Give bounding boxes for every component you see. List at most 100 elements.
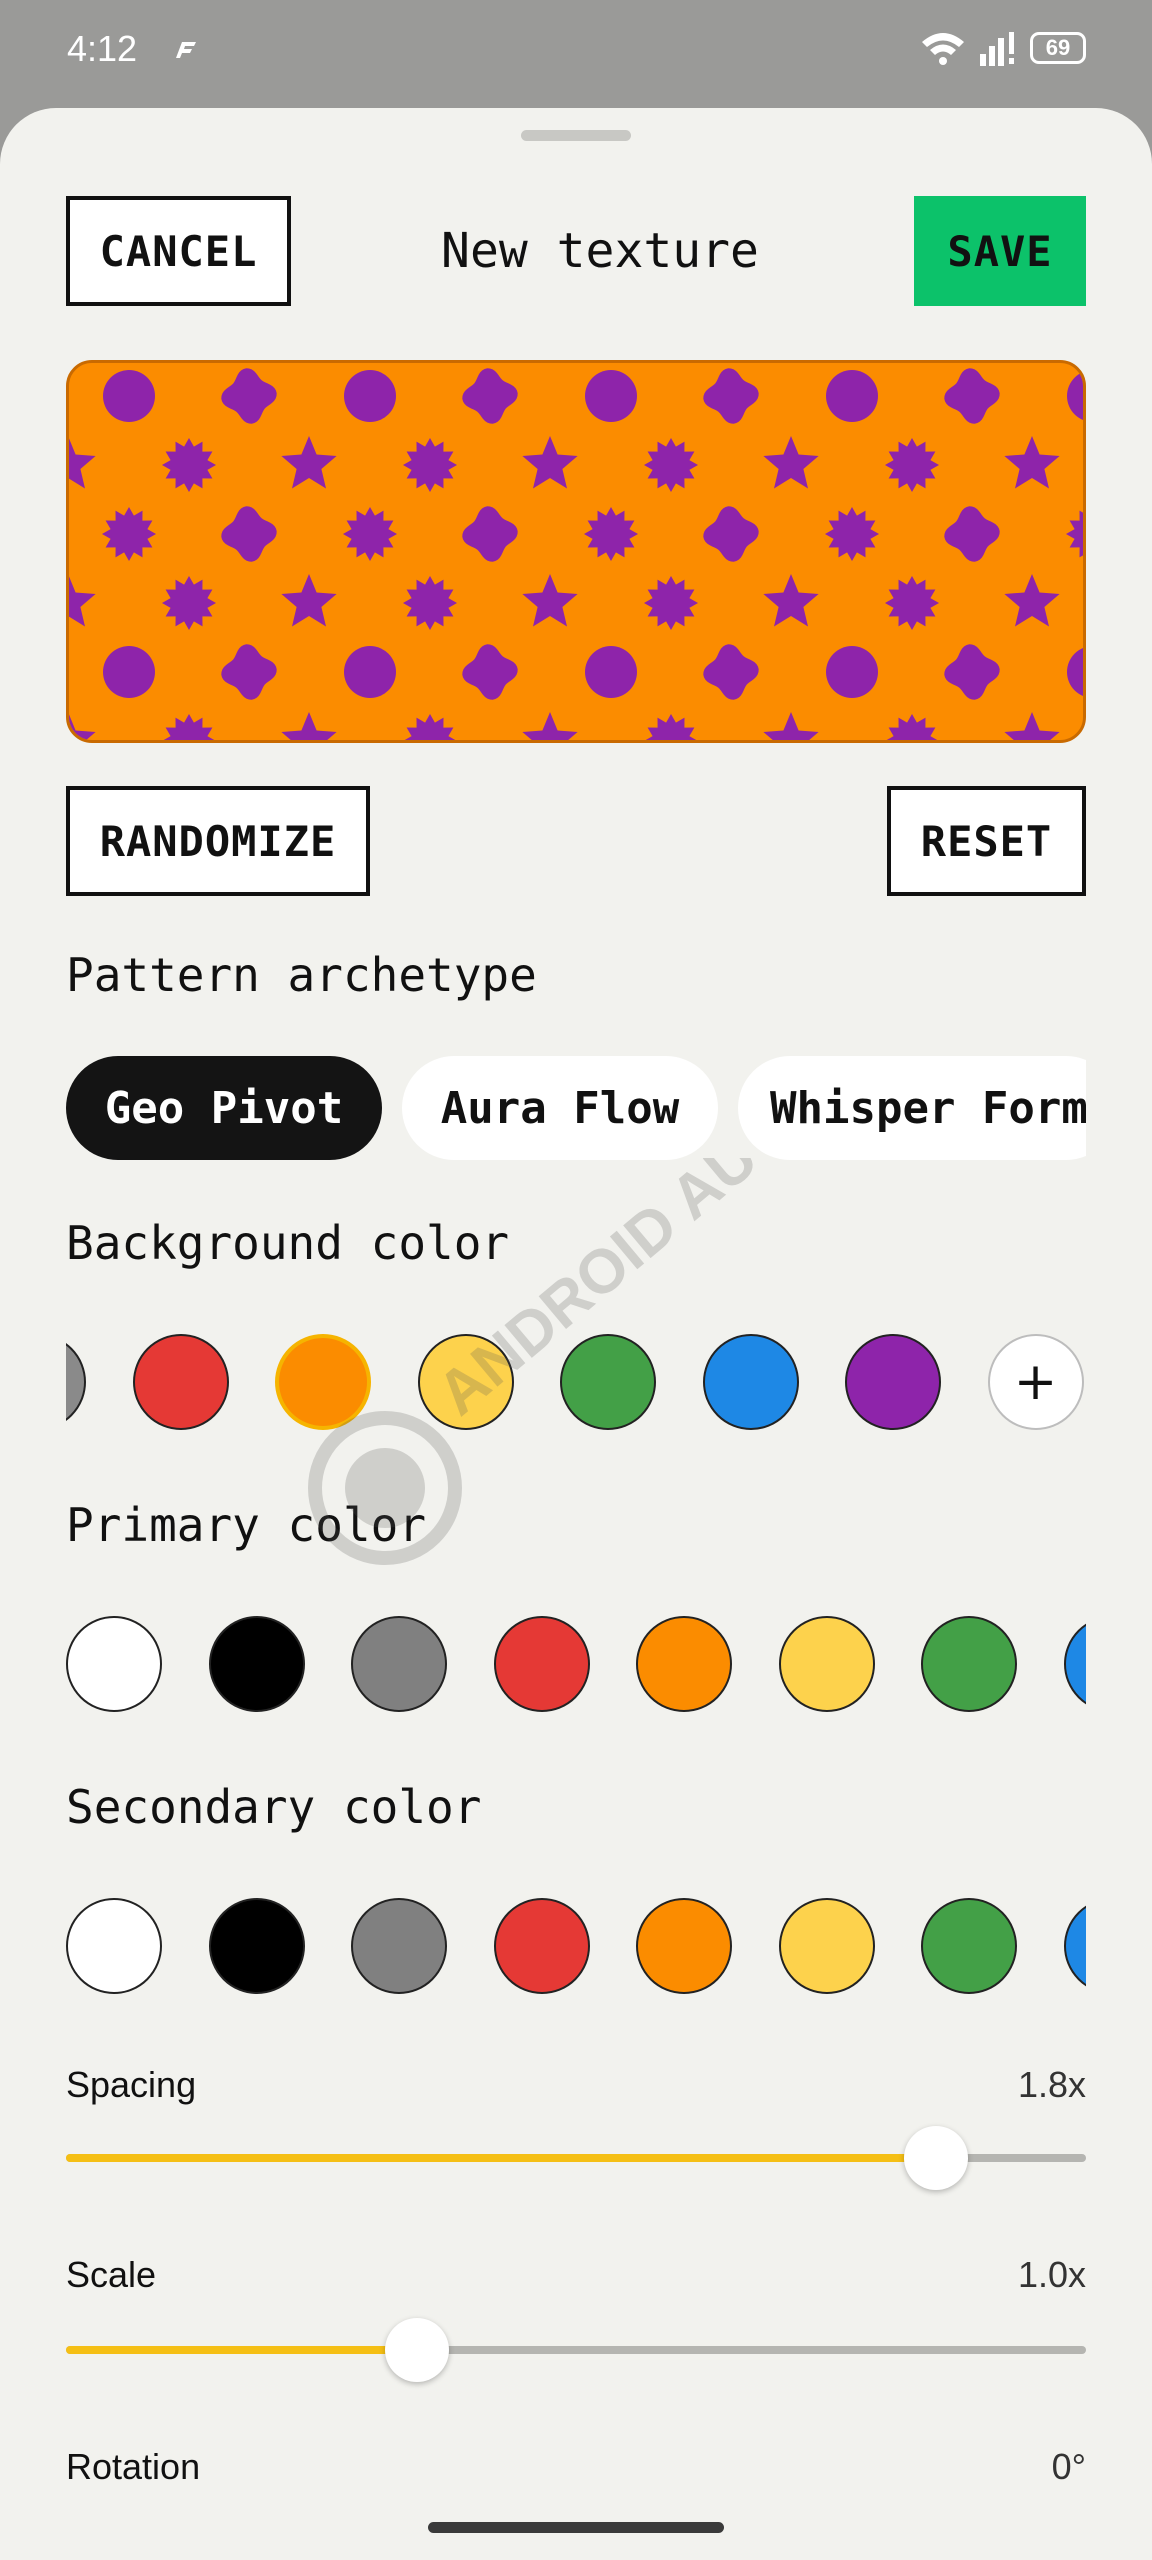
page-title: New texture	[441, 223, 759, 279]
pattern-blob	[462, 506, 518, 562]
background-color-swatch[interactable]	[132, 1334, 229, 1430]
pattern-blob	[944, 644, 1000, 700]
pattern-starburst	[885, 438, 939, 492]
background-color-swatch[interactable]	[417, 1334, 514, 1430]
pattern-archetype-chips: Geo Pivot Aura Flow Whisper Form	[66, 1056, 1086, 1160]
app-f-icon	[176, 42, 196, 58]
pattern-star	[281, 574, 337, 627]
rotation-value: 0°	[1051, 2446, 1086, 2487]
primary-color-swatch[interactable]	[351, 1616, 447, 1712]
primary-color-swatch[interactable]	[493, 1616, 590, 1712]
pattern-starburst	[343, 507, 397, 561]
scale-label: Scale	[66, 2254, 157, 2295]
scale-slider[interactable]	[66, 2318, 1086, 2382]
pattern-starburst	[163, 714, 215, 740]
spacing-label: Spacing	[66, 2064, 197, 2105]
pattern-starburst	[403, 576, 457, 630]
secondary-color-swatch[interactable]	[351, 1898, 447, 1994]
pattern-star	[1004, 712, 1060, 740]
background-color-swatch[interactable]	[66, 1334, 86, 1430]
new-texture-sheet: CANCEL New texture SAVE RANDOMIZE RESET …	[0, 108, 1152, 2560]
primary-color-swatch[interactable]	[66, 1616, 162, 1712]
texture-pattern	[69, 368, 1083, 740]
pattern-starburst	[1066, 510, 1083, 558]
cancel-button[interactable]: CANCEL	[66, 196, 291, 306]
primary-color-swatches	[66, 1612, 1086, 1716]
pattern-blob	[462, 644, 518, 700]
secondary-color-swatch[interactable]	[1063, 1898, 1086, 1994]
pattern-star	[522, 712, 578, 740]
scale-slider-fill	[66, 2346, 417, 2354]
pattern-star	[69, 714, 96, 740]
chip-whisper-form[interactable]: Whisper Form	[738, 1056, 1086, 1160]
save-button[interactable]: SAVE	[914, 196, 1086, 306]
battery-icon: 69	[1030, 32, 1086, 64]
pattern-starburst	[162, 438, 216, 492]
pattern-circle	[1067, 372, 1083, 420]
primary-color-swatch[interactable]	[1063, 1616, 1086, 1712]
pattern-circle	[826, 370, 878, 422]
background-color-swatch[interactable]	[845, 1334, 941, 1430]
pattern-archetype-label: Pattern archetype	[66, 948, 537, 1002]
pattern-star	[281, 436, 337, 489]
background-color-swatch[interactable]	[702, 1334, 799, 1430]
pattern-star	[763, 712, 819, 740]
pattern-star	[763, 574, 819, 627]
pattern-circle	[103, 646, 155, 698]
pattern-star	[281, 712, 337, 740]
spacing-value: 1.8x	[1017, 2064, 1086, 2105]
pattern-starburst	[404, 714, 456, 740]
spacing-slider-fill	[66, 2154, 937, 2162]
sheet-drag-handle[interactable]	[521, 130, 631, 141]
pattern-circle	[826, 646, 878, 698]
background-color-swatch[interactable]	[275, 1334, 371, 1430]
pattern-circle	[344, 370, 396, 422]
primary-color-swatch[interactable]	[208, 1616, 305, 1712]
status-bar: 4:12 69	[0, 0, 1152, 105]
scale-slider-thumb[interactable]	[384, 2318, 449, 2382]
primary-color-swatch[interactable]	[778, 1616, 875, 1712]
secondary-color-swatch[interactable]	[66, 1898, 162, 1994]
pattern-starburst	[162, 576, 216, 630]
pattern-blob	[944, 506, 1000, 562]
pattern-starburst	[885, 576, 939, 630]
pattern-blob	[221, 368, 277, 424]
pattern-circle	[585, 370, 637, 422]
pattern-blob	[703, 644, 759, 700]
background-color-swatch[interactable]	[560, 1334, 656, 1430]
reset-button[interactable]: RESET	[887, 786, 1086, 896]
pattern-starburst	[825, 507, 879, 561]
pattern-starburst	[645, 714, 697, 740]
primary-color-swatch[interactable]	[636, 1616, 732, 1712]
randomize-button[interactable]: RANDOMIZE	[66, 786, 370, 896]
primary-color-swatch[interactable]	[921, 1616, 1017, 1712]
pattern-blob	[703, 506, 759, 562]
secondary-color-swatches	[66, 1894, 1086, 1998]
spacing-slider-thumb[interactable]	[904, 2126, 969, 2190]
secondary-color-swatch[interactable]	[208, 1898, 305, 1994]
pattern-blob	[462, 368, 518, 424]
chip-aura-flow[interactable]: Aura Flow	[402, 1056, 718, 1160]
pattern-circle	[103, 370, 155, 422]
secondary-color-swatch[interactable]	[778, 1898, 875, 1994]
texture-preview	[66, 360, 1086, 743]
pattern-star	[522, 436, 578, 489]
home-indicator[interactable]	[428, 2522, 724, 2533]
secondary-color-swatch[interactable]	[636, 1898, 732, 1994]
background-color-label: Background color	[66, 1216, 510, 1270]
pattern-starburst	[403, 438, 457, 492]
signal-icon	[980, 32, 1014, 66]
spacing-slider[interactable]	[66, 2126, 1086, 2190]
add-color-button[interactable]: +	[987, 1334, 1084, 1430]
pattern-starburst	[886, 714, 938, 740]
secondary-color-label: Secondary color	[66, 1780, 482, 1834]
secondary-color-swatch[interactable]	[493, 1898, 590, 1994]
secondary-color-swatch[interactable]	[921, 1898, 1017, 1994]
chip-geo-pivot[interactable]: Geo Pivot	[66, 1056, 382, 1160]
pattern-star	[69, 576, 96, 627]
pattern-blob	[221, 644, 277, 700]
pattern-blob	[221, 506, 277, 562]
pattern-circle	[344, 646, 396, 698]
pattern-star	[1004, 436, 1060, 489]
pattern-starburst	[644, 576, 698, 630]
